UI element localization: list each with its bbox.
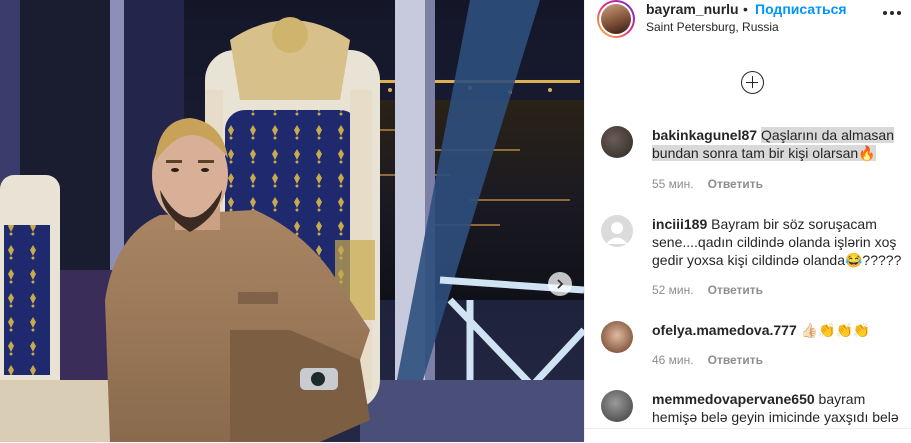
more-options-icon[interactable] <box>883 8 903 18</box>
post-side-panel: bayram_nurlu • Подписаться Saint Petersb… <box>584 0 911 442</box>
comment-content: bakinkagunel87 Qaşlarını da almasan bund… <box>652 126 902 162</box>
follow-button[interactable]: Подписаться <box>755 1 847 17</box>
post-header: bayram_nurlu • Подписаться Saint Petersb… <box>585 0 911 46</box>
commenter-avatar[interactable] <box>601 321 633 353</box>
reply-button[interactable]: Ответить <box>708 353 763 367</box>
comment-text: 👍🏻👏👏👏 <box>800 322 871 338</box>
comment-content: ofelya.mamedova.777 👍🏻👏👏👏 <box>652 321 902 339</box>
comment-time[interactable]: 46 мин. <box>652 353 694 367</box>
comment-username[interactable]: bakinkagunel87 <box>652 127 757 143</box>
reply-button[interactable]: Ответить <box>708 177 763 191</box>
commenter-avatar[interactable] <box>601 126 633 158</box>
comment-time[interactable]: 52 мин. <box>652 283 694 297</box>
default-avatar-icon <box>606 222 628 244</box>
comment-meta: 52 мин. Ответить <box>652 283 763 297</box>
post-location[interactable]: Saint Petersburg, Russia <box>646 20 779 34</box>
comment-meta: 46 мин. Ответить <box>652 353 763 367</box>
commenter-avatar[interactable] <box>601 215 633 247</box>
load-more-comments-button[interactable] <box>741 71 764 94</box>
author-username[interactable]: bayram_nurlu <box>646 1 739 17</box>
author-avatar[interactable] <box>597 0 635 38</box>
post-actions-bar <box>585 428 911 443</box>
reply-button[interactable]: Ответить <box>708 283 763 297</box>
separator-dot: • <box>743 1 748 17</box>
comment-content: memmedovapervane650 bayram hemişə belə g… <box>652 390 902 426</box>
chevron-right-icon <box>557 279 564 289</box>
next-photo-button[interactable] <box>548 272 572 296</box>
comment-meta: 55 мин. Ответить <box>652 177 763 191</box>
post-photo[interactable] <box>0 0 584 442</box>
comment-content: inciii189 Bayram bir söz soruşacam sene.… <box>652 215 902 269</box>
commenter-avatar[interactable] <box>601 390 633 422</box>
comment-username[interactable]: inciii189 <box>652 216 707 232</box>
comment-username[interactable]: ofelya.mamedova.777 <box>652 322 797 338</box>
comment-username[interactable]: memmedovapervane650 <box>652 391 815 407</box>
comment-time[interactable]: 55 мин. <box>652 177 694 191</box>
post-image <box>0 0 584 442</box>
